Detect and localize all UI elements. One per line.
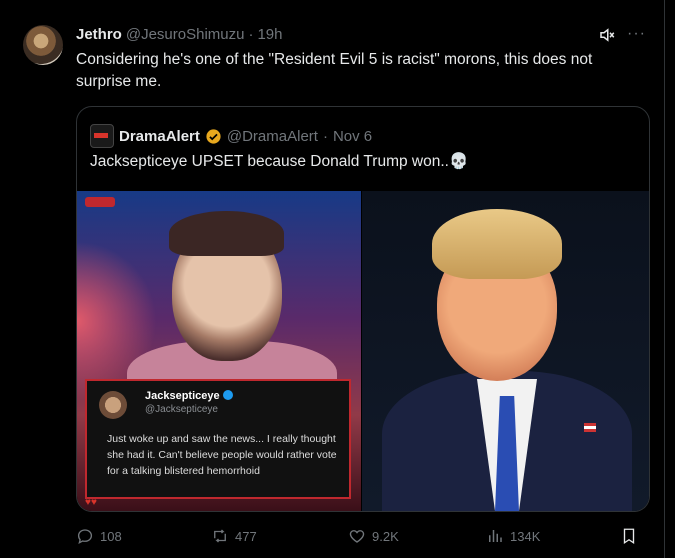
flag-pin xyxy=(584,423,596,432)
trump-image[interactable] xyxy=(362,191,649,511)
reply-icon xyxy=(77,529,93,545)
more-icon[interactable]: ··· xyxy=(627,25,646,43)
repost-button[interactable]: 477 xyxy=(211,527,257,545)
views-button[interactable]: 134K xyxy=(486,527,540,545)
embedded-tweet-card: Jacksepticeye @Jacksepticeye Just woke u… xyxy=(85,379,351,499)
repost-count: 477 xyxy=(235,528,257,544)
dramaalert-tag xyxy=(85,197,115,207)
reply-count: 108 xyxy=(100,528,122,544)
jacksepticeye-image[interactable]: Jacksepticeye @Jacksepticeye Just woke u… xyxy=(77,191,362,511)
card-handle: @Jacksepticeye xyxy=(145,404,218,415)
quote-media[interactable]: Jacksepticeye @Jacksepticeye Just woke u… xyxy=(77,191,649,511)
bookmark-icon xyxy=(623,528,635,545)
card-name: Jacksepticeye xyxy=(145,390,233,402)
quote-author-name[interactable]: DramaAlert xyxy=(119,128,200,145)
tweet-text: Considering he's one of the "Resident Ev… xyxy=(76,51,593,90)
card-avatar xyxy=(99,391,127,419)
reply-button[interactable]: 108 xyxy=(76,527,122,545)
author-name[interactable]: Jethro xyxy=(76,26,122,43)
like-count: 9.2K xyxy=(372,528,399,544)
quote-header: DramaAlert @DramaAlert · Nov 6 xyxy=(90,124,372,148)
quote-avatar[interactable] xyxy=(90,124,114,148)
quote-author-handle[interactable]: @DramaAlert xyxy=(227,128,318,145)
bookmark-button[interactable] xyxy=(620,527,638,545)
mute-icon[interactable] xyxy=(598,26,616,44)
verified-icon xyxy=(222,390,233,400)
repost-icon xyxy=(214,529,226,543)
quoted-tweet[interactable]: DramaAlert @DramaAlert · Nov 6 Jacksepti… xyxy=(76,106,650,512)
card-text: Just woke up and saw the news... I reall… xyxy=(107,433,337,477)
like-icon xyxy=(349,530,365,543)
separator: · xyxy=(248,26,254,43)
avatar[interactable] xyxy=(23,25,63,65)
hair xyxy=(432,209,562,279)
quote-text: Jacksepticeye UPSET because Donald Trump… xyxy=(90,153,469,170)
quote-date[interactable]: Nov 6 xyxy=(333,128,372,145)
verified-gold-icon xyxy=(206,128,221,144)
quote-separator: · xyxy=(322,127,328,145)
column-divider xyxy=(664,0,665,558)
hair xyxy=(169,211,284,256)
tweet-header: Jethro @JesuroShimuzu · 19h xyxy=(76,26,282,43)
author-handle[interactable]: @JesuroShimuzu xyxy=(126,26,245,43)
action-bar: 108 477 9.2K 134K xyxy=(76,527,636,547)
timestamp[interactable]: 19h xyxy=(257,26,282,43)
like-button[interactable]: 9.2K xyxy=(348,527,399,545)
hearts-icon: ♥♥ xyxy=(85,497,97,508)
views-count: 134K xyxy=(510,528,541,544)
views-icon xyxy=(489,530,502,542)
